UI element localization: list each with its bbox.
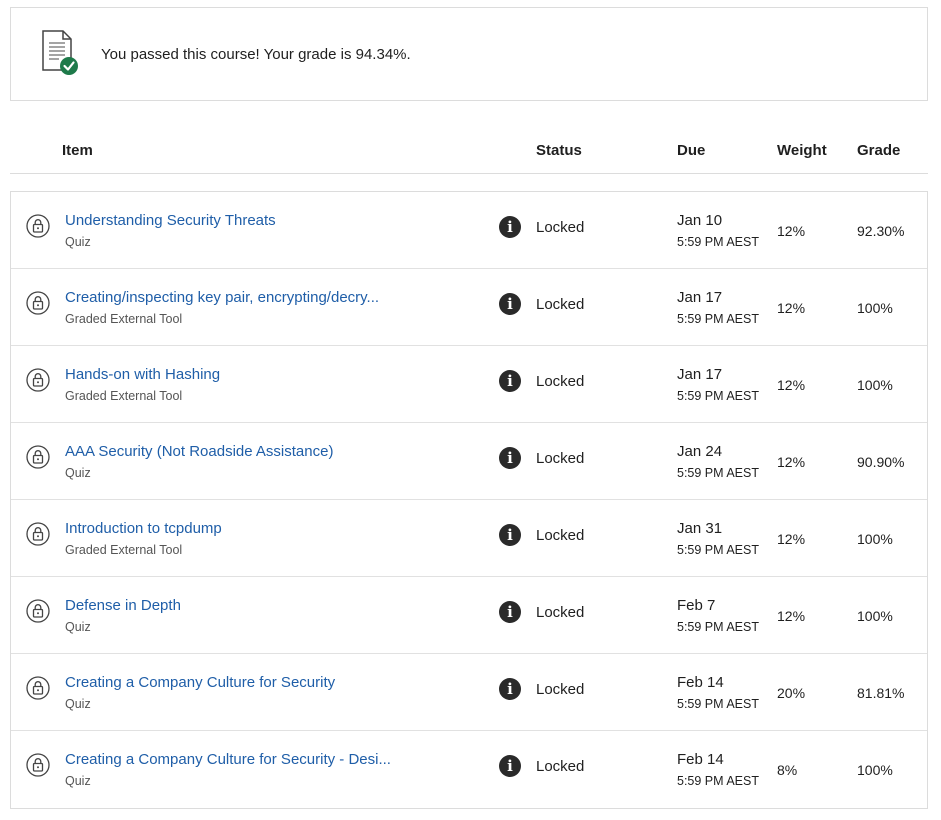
table-header: Item Status Due Weight Grade — [10, 130, 928, 174]
item-type: Quiz — [65, 774, 91, 788]
due-date: Jan 10 — [677, 212, 723, 229]
due-date: Feb 14 — [677, 751, 724, 768]
due-date: Jan 17 — [677, 289, 723, 306]
due-time: 5:59 PM AEST — [677, 312, 759, 326]
item-link[interactable]: Creating a Company Culture for Security … — [65, 751, 391, 768]
table-row: AAA Security (Not Roadside Assistance) Q… — [11, 423, 927, 500]
grade-value: 100% — [857, 300, 893, 316]
info-icon[interactable]: i — [499, 216, 521, 238]
item-type: Graded External Tool — [65, 389, 183, 403]
info-icon[interactable]: i — [499, 601, 521, 623]
course-passed-banner: You passed this course! Your grade is 94… — [10, 7, 928, 101]
grade-value: 100% — [857, 762, 893, 778]
item-link[interactable]: AAA Security (Not Roadside Assistance) — [65, 443, 333, 460]
due-date: Feb 14 — [677, 674, 724, 691]
due-date: Jan 31 — [677, 520, 723, 537]
lock-icon — [26, 214, 50, 238]
weight-value: 20% — [777, 685, 806, 701]
item-type: Graded External Tool — [65, 543, 183, 557]
due-time: 5:59 PM AEST — [677, 543, 759, 557]
lock-icon — [26, 291, 50, 315]
table-row: Introduction to tcpdump Graded External … — [11, 500, 927, 577]
weight-value: 12% — [777, 377, 806, 393]
lock-icon — [26, 599, 50, 623]
item-link[interactable]: Understanding Security Threats — [65, 212, 276, 229]
grades-table: Understanding Security Threats Quiz i Lo… — [10, 191, 928, 809]
column-header-status: Status — [536, 142, 582, 159]
status-text: Locked — [536, 604, 585, 621]
lock-icon — [26, 522, 50, 546]
item-link[interactable]: Defense in Depth — [65, 597, 181, 614]
item-type: Graded External Tool — [65, 312, 183, 326]
item-type: Quiz — [65, 235, 91, 249]
grade-value: 81.81% — [857, 685, 905, 701]
weight-value: 12% — [777, 454, 806, 470]
due-time: 5:59 PM AEST — [677, 466, 759, 480]
document-check-icon — [41, 30, 81, 76]
grade-value: 92.30% — [857, 223, 905, 239]
due-time: 5:59 PM AEST — [677, 697, 759, 711]
course-passed-message: You passed this course! Your grade is 94… — [101, 46, 411, 63]
table-row: Creating/inspecting key pair, encrypting… — [11, 269, 927, 346]
status-text: Locked — [536, 527, 585, 544]
due-time: 5:59 PM AEST — [677, 235, 759, 249]
weight-value: 12% — [777, 608, 806, 624]
info-icon[interactable]: i — [499, 755, 521, 777]
info-icon[interactable]: i — [499, 447, 521, 469]
info-icon[interactable]: i — [499, 370, 521, 392]
status-text: Locked — [536, 450, 585, 467]
column-header-weight: Weight — [777, 142, 827, 159]
grade-value: 90.90% — [857, 454, 905, 470]
table-row: Hands-on with Hashing Graded External To… — [11, 346, 927, 423]
lock-icon — [26, 368, 50, 392]
lock-icon — [26, 676, 50, 700]
item-type: Quiz — [65, 466, 91, 480]
due-time: 5:59 PM AEST — [677, 620, 759, 634]
due-date: Feb 7 — [677, 597, 716, 614]
weight-value: 12% — [777, 300, 806, 316]
status-text: Locked — [536, 296, 585, 313]
info-icon[interactable]: i — [499, 524, 521, 546]
table-row: Creating a Company Culture for Security … — [11, 731, 927, 808]
grade-value: 100% — [857, 531, 893, 547]
info-icon[interactable]: i — [499, 678, 521, 700]
due-time: 5:59 PM AEST — [677, 389, 759, 403]
grade-value: 100% — [857, 377, 893, 393]
table-row: Defense in Depth Quiz i Locked Feb 7 5:5… — [11, 577, 927, 654]
lock-icon — [26, 753, 50, 777]
info-icon[interactable]: i — [499, 293, 521, 315]
weight-value: 8% — [777, 762, 798, 778]
weight-value: 12% — [777, 223, 806, 239]
item-link[interactable]: Hands-on with Hashing — [65, 366, 220, 383]
grade-value: 100% — [857, 608, 893, 624]
item-type: Quiz — [65, 620, 91, 634]
column-header-item: Item — [62, 142, 93, 159]
table-row: Understanding Security Threats Quiz i Lo… — [11, 192, 927, 269]
column-header-due: Due — [677, 142, 706, 159]
grades-page: You passed this course! Your grade is 94… — [0, 0, 941, 820]
lock-icon — [26, 445, 50, 469]
status-text: Locked — [536, 219, 585, 236]
column-header-grade: Grade — [857, 142, 901, 159]
item-link[interactable]: Creating a Company Culture for Security — [65, 674, 335, 691]
item-type: Quiz — [65, 697, 91, 711]
item-link[interactable]: Introduction to tcpdump — [65, 520, 222, 537]
status-text: Locked — [536, 373, 585, 390]
status-text: Locked — [536, 681, 585, 698]
item-link[interactable]: Creating/inspecting key pair, encrypting… — [65, 289, 379, 306]
weight-value: 12% — [777, 531, 806, 547]
due-date: Jan 17 — [677, 366, 723, 383]
due-time: 5:59 PM AEST — [677, 774, 759, 788]
status-text: Locked — [536, 758, 585, 775]
due-date: Jan 24 — [677, 443, 723, 460]
table-row: Creating a Company Culture for Security … — [11, 654, 927, 731]
